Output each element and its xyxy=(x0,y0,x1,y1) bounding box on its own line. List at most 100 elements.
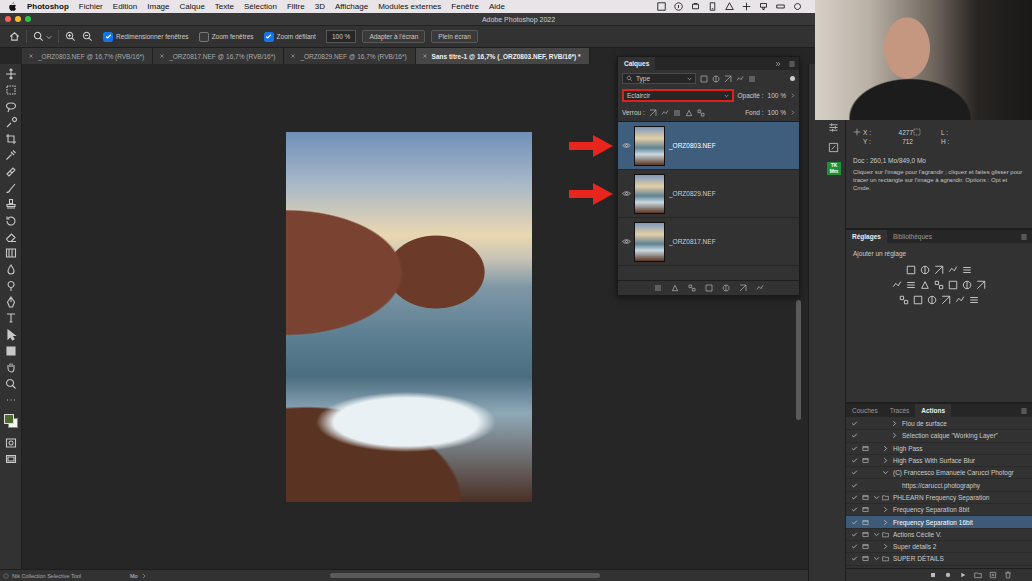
expand-icon[interactable] xyxy=(882,469,889,476)
adjustment-icon[interactable] xyxy=(962,265,972,275)
adjustment-icon[interactable] xyxy=(934,265,944,275)
menu-item[interactable]: Aide xyxy=(489,2,505,11)
menu-item[interactable]: Edition xyxy=(113,2,137,11)
check-icon[interactable] xyxy=(851,420,858,427)
chevron-right-icon[interactable] xyxy=(790,110,795,115)
expand-icon[interactable] xyxy=(882,445,889,452)
record-icon[interactable] xyxy=(944,571,952,579)
layer-row[interactable]: _ORZ0829.NEF xyxy=(618,170,799,218)
adjustment-icon[interactable] xyxy=(962,280,972,290)
option-checkbox[interactable]: Redimensionner fenêtres xyxy=(103,32,189,42)
eye-icon[interactable] xyxy=(622,237,631,246)
plugin-badge[interactable]: TKMm xyxy=(827,162,841,175)
dodge-icon[interactable] xyxy=(5,280,17,292)
dialog-icon[interactable] xyxy=(862,519,869,526)
zoom-button[interactable] xyxy=(25,16,31,22)
tray-icon[interactable] xyxy=(691,2,700,11)
dialog-icon[interactable] xyxy=(862,457,869,464)
stamp-icon[interactable] xyxy=(5,198,17,210)
filter-kind-icon[interactable] xyxy=(712,75,720,83)
foreground-swatch[interactable] xyxy=(4,414,14,424)
tray-icon[interactable] xyxy=(725,2,734,11)
lock-option-icon[interactable] xyxy=(661,109,669,117)
action-row[interactable]: High Pass xyxy=(846,443,1032,455)
menu-item[interactable]: Sélection xyxy=(244,2,277,11)
panel-tab[interactable]: Bibliothèques xyxy=(887,230,938,243)
document-tab[interactable]: _ORZ0829.NEF @ 16,7% (RVB/16*) xyxy=(284,48,415,64)
filter-toggle[interactable] xyxy=(790,76,795,81)
expand-icon[interactable] xyxy=(873,531,880,538)
check-icon[interactable] xyxy=(851,531,858,538)
action-row[interactable]: Frequency Separation 8bit xyxy=(846,504,1032,516)
brush-settings-icon[interactable] xyxy=(828,142,839,153)
expand-icon[interactable] xyxy=(891,420,898,427)
panel-title[interactable]: Calques xyxy=(618,57,655,70)
menu-item[interactable]: Modules externes xyxy=(378,2,441,11)
filter-kind-icon[interactable] xyxy=(724,75,732,83)
menu-item[interactable]: Fichier xyxy=(79,2,103,11)
zoom-out-icon[interactable] xyxy=(82,31,93,42)
healing-icon[interactable] xyxy=(5,166,17,178)
panel-tab[interactable]: Réglages xyxy=(846,230,887,243)
close-icon[interactable] xyxy=(422,53,428,59)
new-action-icon[interactable] xyxy=(989,571,997,579)
checkbox[interactable] xyxy=(264,32,274,42)
layer-row[interactable]: _ORZ0803.NEF xyxy=(618,122,799,170)
action-row[interactable]: Sélection calque "Working Layer" xyxy=(846,430,1032,442)
lock-option-icon[interactable] xyxy=(685,109,693,117)
panel-menu-icon[interactable] xyxy=(1020,233,1028,241)
option-button[interactable]: Adapter à l'écran xyxy=(362,30,425,43)
chevron-right-icon[interactable] xyxy=(141,573,147,579)
adjustment-icon[interactable] xyxy=(948,265,958,275)
filter-kind-icon[interactable] xyxy=(748,75,756,83)
panel-tab[interactable]: Actions xyxy=(915,404,951,417)
dialog-icon[interactable] xyxy=(862,555,869,562)
tray-icon[interactable] xyxy=(657,2,666,11)
zoom-icon[interactable] xyxy=(5,378,17,390)
expand-icon[interactable] xyxy=(882,543,889,550)
zoom-field[interactable]: 100 % xyxy=(326,30,356,43)
layer-row[interactable]: _ORZ0817.NEF xyxy=(618,218,799,266)
expand-icon[interactable] xyxy=(882,506,889,513)
close-icon[interactable] xyxy=(290,53,296,59)
action-row[interactable]: Frequency Separation 16bit xyxy=(846,516,1032,528)
play-icon[interactable] xyxy=(959,571,967,579)
dialog-icon[interactable] xyxy=(862,445,869,452)
layer-filter[interactable]: Type xyxy=(622,73,696,84)
checkbox[interactable] xyxy=(103,32,113,42)
menu-item[interactable]: Texte xyxy=(215,2,234,11)
adjustment-icon[interactable] xyxy=(934,280,944,290)
horizontal-scrollbar[interactable] xyxy=(330,573,600,578)
expand-icon[interactable] xyxy=(873,494,880,501)
home-icon[interactable] xyxy=(9,31,20,42)
check-icon[interactable] xyxy=(851,506,858,513)
menu-item[interactable]: Image xyxy=(147,2,169,11)
document-tab[interactable]: Sans titre-1 @ 16,7% (_ORZ0803.NEF, RVB/… xyxy=(416,48,590,64)
option-checkbox[interactable]: Zoom défilant xyxy=(264,32,316,42)
eyedropper-icon[interactable] xyxy=(5,149,17,161)
tray-icon[interactable] xyxy=(674,2,683,11)
path-select-icon[interactable] xyxy=(5,329,17,341)
action-row[interactable]: PHLEARN Frequency Separation xyxy=(846,492,1032,504)
check-icon[interactable] xyxy=(851,457,858,464)
stop-icon[interactable] xyxy=(929,571,937,579)
layer-action-icon[interactable] xyxy=(756,284,764,292)
panel-menu-icon[interactable] xyxy=(788,60,796,68)
adjustment-icon[interactable] xyxy=(906,280,916,290)
shape-icon[interactable] xyxy=(5,345,17,357)
properties-icon[interactable] xyxy=(828,122,839,133)
check-icon[interactable] xyxy=(851,469,858,476)
screen-mode-icon[interactable] xyxy=(5,453,17,465)
tray-icon[interactable] xyxy=(708,2,717,11)
check-icon[interactable] xyxy=(851,432,858,439)
zoom-tool-icon[interactable] xyxy=(33,31,44,42)
layer-action-icon[interactable] xyxy=(688,284,696,292)
filter-kind-icon[interactable] xyxy=(736,75,744,83)
action-row[interactable]: SUPER DÉTAILS xyxy=(846,553,1032,565)
expand-icon[interactable] xyxy=(882,457,889,464)
filter-kind-icon[interactable] xyxy=(700,75,708,83)
action-row[interactable]: https://carucci.photography xyxy=(846,479,1032,491)
menu-item[interactable]: Calque xyxy=(180,2,205,11)
blend-mode-dropdown[interactable]: Eclaircir xyxy=(622,89,734,102)
dialog-icon[interactable] xyxy=(862,506,869,513)
